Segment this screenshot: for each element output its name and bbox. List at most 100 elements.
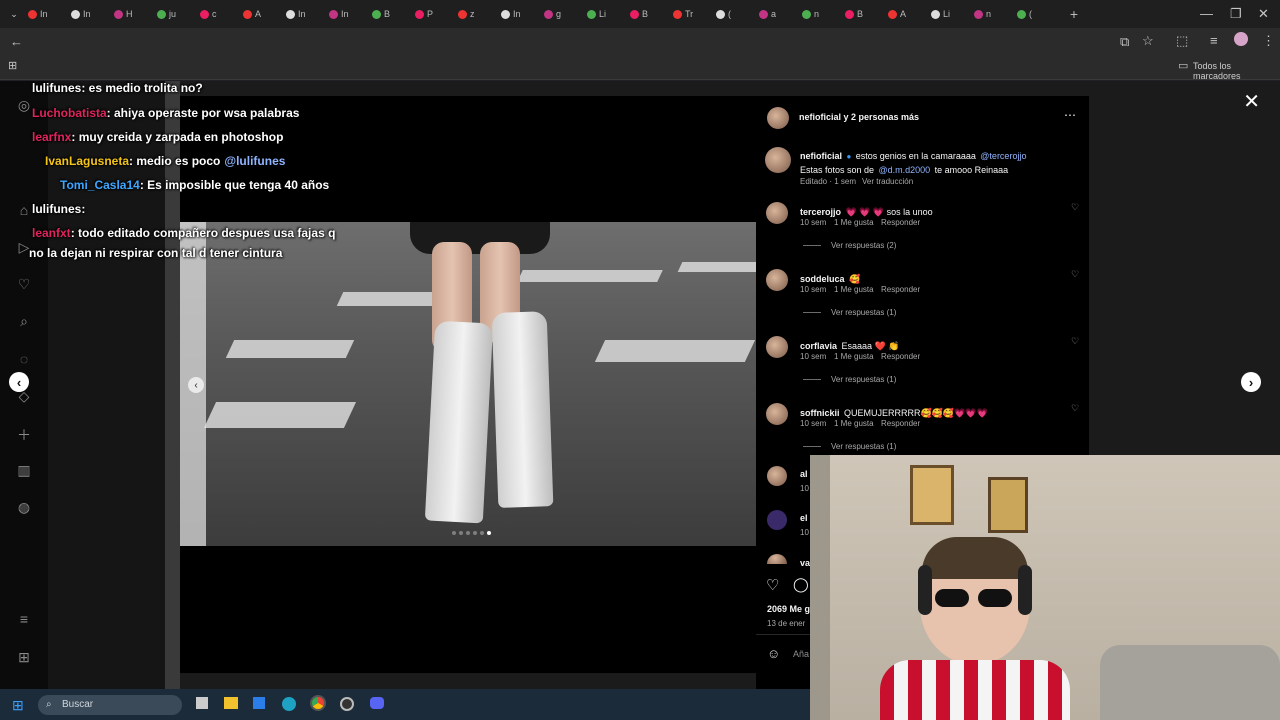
comment-icon[interactable]: ◯ [793, 576, 809, 593]
avatar[interactable] [766, 269, 788, 291]
browser-tab[interactable]: c [200, 6, 239, 22]
close-window-icon[interactable]: ✕ [1258, 6, 1269, 22]
avatar[interactable] [767, 107, 789, 129]
browser-tab[interactable]: n [974, 6, 1013, 22]
browser-tab[interactable]: In [501, 6, 540, 22]
threads-icon[interactable]: ◍ [16, 499, 32, 515]
reply-button[interactable]: Responder [881, 285, 920, 294]
avatar[interactable] [766, 336, 788, 358]
browser-tab[interactable]: In [71, 6, 110, 22]
new-tab-button[interactable]: + [1064, 6, 1084, 22]
avatar[interactable] [765, 147, 791, 173]
taskbar-search[interactable]: ⌕ Buscar [38, 695, 182, 715]
folder-icon[interactable]: ▭ [1178, 59, 1188, 72]
comment-likes[interactable]: 1 Me gusta [834, 218, 874, 227]
extensions-icon[interactable]: ⬚ [1176, 33, 1188, 49]
browser-tab[interactable]: ( [716, 6, 755, 22]
media-prev-arrow[interactable]: ‹ [188, 377, 204, 393]
browser-tab[interactable]: In [329, 6, 368, 22]
caption-user[interactable]: nefioficial [800, 151, 842, 161]
more-options-icon[interactable]: ⋯ [1064, 108, 1076, 122]
obs-icon[interactable] [340, 697, 354, 711]
avatar[interactable] [767, 554, 787, 564]
apps-grid-icon[interactable]: ⊞ [8, 59, 17, 72]
comment-heart-icon[interactable]: ♡ [1071, 269, 1079, 280]
comment-heart-icon[interactable]: ♡ [1071, 336, 1079, 347]
restore-icon[interactable]: ❐ [1230, 6, 1242, 22]
caption-mention2[interactable]: @d.m.d2000 [879, 165, 931, 175]
explore-icon[interactable]: ◌ [16, 351, 32, 367]
partial-user[interactable]: va [800, 558, 810, 568]
all-bookmarks-link[interactable]: Todos los marcadores [1193, 61, 1280, 81]
browser-tab[interactable]: B [630, 6, 669, 22]
view-replies-button[interactable]: Ver respuestas (1) [803, 442, 896, 451]
comment-user[interactable]: corflavia [800, 341, 837, 351]
cast-icon[interactable]: ⧉ [1120, 34, 1129, 50]
browser-tab[interactable]: g [544, 6, 583, 22]
emoji-icon[interactable]: ☺ [767, 646, 780, 661]
comment-user[interactable]: soffnickii [800, 408, 840, 418]
task-view-icon[interactable] [196, 697, 208, 709]
avatar[interactable] [766, 403, 788, 425]
browser-tab[interactable]: z [458, 6, 497, 22]
edge-icon[interactable] [282, 697, 296, 711]
star-icon[interactable]: ☆ [1142, 33, 1154, 49]
browser-tab[interactable]: B [845, 6, 884, 22]
comment-heart-icon[interactable]: ♡ [1071, 403, 1079, 414]
browser-tab[interactable]: A [888, 6, 927, 22]
add-comment-input[interactable]: Aña [793, 649, 809, 659]
comment-heart-icon[interactable]: ♡ [1071, 202, 1079, 213]
avatar[interactable] [766, 202, 788, 224]
reply-button[interactable]: Responder [881, 218, 920, 227]
browser-tab[interactable]: P [415, 6, 454, 22]
browser-tab[interactable]: a [759, 6, 798, 22]
view-replies-button[interactable]: Ver respuestas (2) [803, 241, 896, 250]
media-icon[interactable]: ≡ [1210, 33, 1218, 48]
comment-likes[interactable]: 1 Me gusta [834, 285, 874, 294]
comment-user[interactable]: tercerojjo [800, 207, 841, 217]
partial-user[interactable]: el [800, 513, 808, 523]
search-icon[interactable]: ⌕ [16, 313, 32, 329]
reply-button[interactable]: Responder [881, 419, 920, 428]
profile-icon[interactable] [1234, 32, 1248, 46]
browser-tab[interactable]: B [372, 6, 411, 22]
browser-tab[interactable]: A [243, 6, 282, 22]
browser-tab[interactable]: ( [1017, 6, 1056, 22]
comment-user[interactable]: soddeluca [800, 274, 845, 284]
tab-search-button[interactable]: ⌄ [4, 6, 24, 22]
translate-link[interactable]: Ver traducción [862, 177, 913, 186]
browser-tab[interactable]: In [28, 6, 67, 22]
view-replies-button[interactable]: Ver respuestas (1) [803, 375, 896, 384]
comment-likes[interactable]: 1 Me gusta [834, 419, 874, 428]
browser-tab[interactable]: Li [587, 6, 626, 22]
menu-icon[interactable]: ≡ [16, 611, 32, 627]
discord-icon[interactable] [370, 697, 384, 709]
browser-tab[interactable]: Tr [673, 6, 712, 22]
chrome-icon[interactable] [310, 695, 326, 711]
likes-count[interactable]: 2069 Me g [767, 604, 810, 614]
browser-tab[interactable]: ju [157, 6, 196, 22]
browser-tab[interactable]: Li [931, 6, 970, 22]
reply-button[interactable]: Responder [881, 352, 920, 361]
browser-tab[interactable]: In [286, 6, 325, 22]
view-replies-button[interactable]: Ver respuestas (1) [803, 308, 896, 317]
caption-mention[interactable]: @tercerojjo [980, 151, 1026, 161]
dashboard-icon[interactable]: ▥ [16, 462, 32, 478]
avatar[interactable] [767, 466, 787, 486]
prev-post-arrow[interactable]: ‹ [9, 372, 29, 392]
close-icon[interactable]: ✕ [1243, 89, 1260, 114]
more-icon[interactable]: ⋮ [1262, 33, 1275, 49]
partial-user[interactable]: al [800, 469, 808, 479]
file-explorer-icon[interactable] [224, 697, 238, 709]
apps-icon[interactable]: ⊞ [16, 649, 32, 665]
browser-tab[interactable]: H [114, 6, 153, 22]
next-post-arrow[interactable]: › [1241, 372, 1261, 392]
windows-start-icon[interactable]: ⊞ [12, 697, 24, 714]
comment-likes[interactable]: 1 Me gusta [834, 352, 874, 361]
like-icon[interactable]: ♡ [766, 576, 779, 594]
store-icon[interactable] [253, 697, 265, 709]
back-icon[interactable]: ← [10, 34, 23, 49]
create-icon[interactable]: ＋ [16, 425, 32, 443]
minimize-icon[interactable]: — [1200, 6, 1213, 21]
post-header-user[interactable]: nefioficial y 2 personas más [799, 112, 919, 122]
